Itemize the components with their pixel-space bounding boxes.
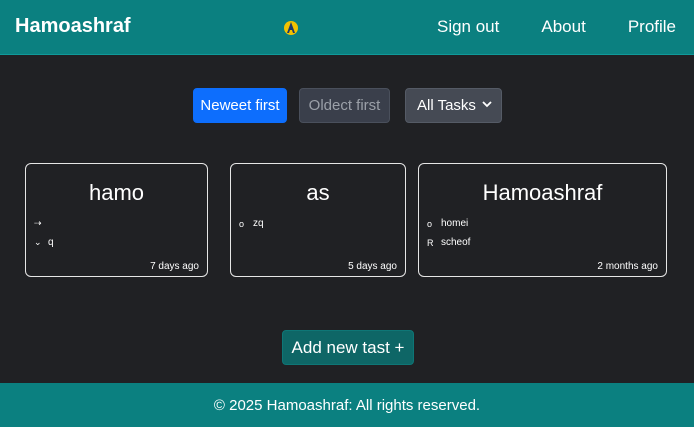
item-marker: o: [427, 218, 433, 229]
item-text: q: [48, 237, 54, 248]
card-title: Hamoashraf: [482, 180, 603, 205]
oldest-first-button[interactable]: Oldect first: [299, 88, 390, 123]
item-text: scheof: [441, 237, 471, 248]
task-card[interactable]: hamo ⇢ ⌄ q 7 days ago: [25, 163, 208, 277]
add-task-button[interactable]: Add new tast +: [282, 330, 414, 365]
task-item[interactable]: o zq: [239, 218, 264, 229]
footer-copyright: © 2025 Hamoashraf: All rights reserved.: [213, 396, 481, 414]
item-marker: o: [239, 218, 245, 229]
task-item[interactable]: R scheof: [427, 237, 470, 248]
card-timestamp: 7 days ago: [150, 261, 199, 272]
card-timestamp: 2 months ago: [597, 261, 658, 272]
card-title: hamo: [88, 180, 145, 205]
nav-profile-link[interactable]: Profile: [628, 17, 676, 39]
nav-sign-out-link[interactable]: Sign out: [437, 17, 499, 39]
task-item[interactable]: o homei: [427, 218, 468, 229]
item-marker: ⇢: [34, 218, 42, 228]
navbar: Hamoashraf Sign out About Profile: [0, 0, 694, 55]
app-logo-icon: [284, 21, 298, 35]
nav-about-link[interactable]: About: [541, 17, 585, 39]
task-filter-value: All Tasks: [417, 97, 476, 114]
item-marker: ⌄: [34, 237, 42, 247]
newest-first-button[interactable]: Neweet first: [193, 88, 287, 123]
task-filter-select[interactable]: All Tasks: [405, 88, 502, 123]
sort-toolbar: Neweet first Oldect first All Tasks: [193, 88, 502, 123]
card-timestamp: 5 days ago: [348, 261, 397, 272]
task-item[interactable]: ⇢: [34, 218, 48, 229]
footer: © 2025 Hamoashraf: All rights reserved.: [0, 383, 694, 427]
task-card[interactable]: as o zq 5 days ago: [230, 163, 406, 277]
chevron-down-icon: [482, 101, 492, 108]
item-text: homei: [441, 218, 469, 229]
item-text: zq: [253, 218, 264, 229]
item-marker: R: [427, 237, 434, 248]
nav-links: Sign out About Profile: [395, 17, 694, 39]
task-item[interactable]: ⌄ q: [34, 237, 54, 248]
brand-title[interactable]: Hamoashraf: [15, 15, 131, 38]
card-title: as: [306, 180, 330, 205]
task-card[interactable]: Hamoashraf o homei R scheof 2 months ago: [418, 163, 667, 277]
